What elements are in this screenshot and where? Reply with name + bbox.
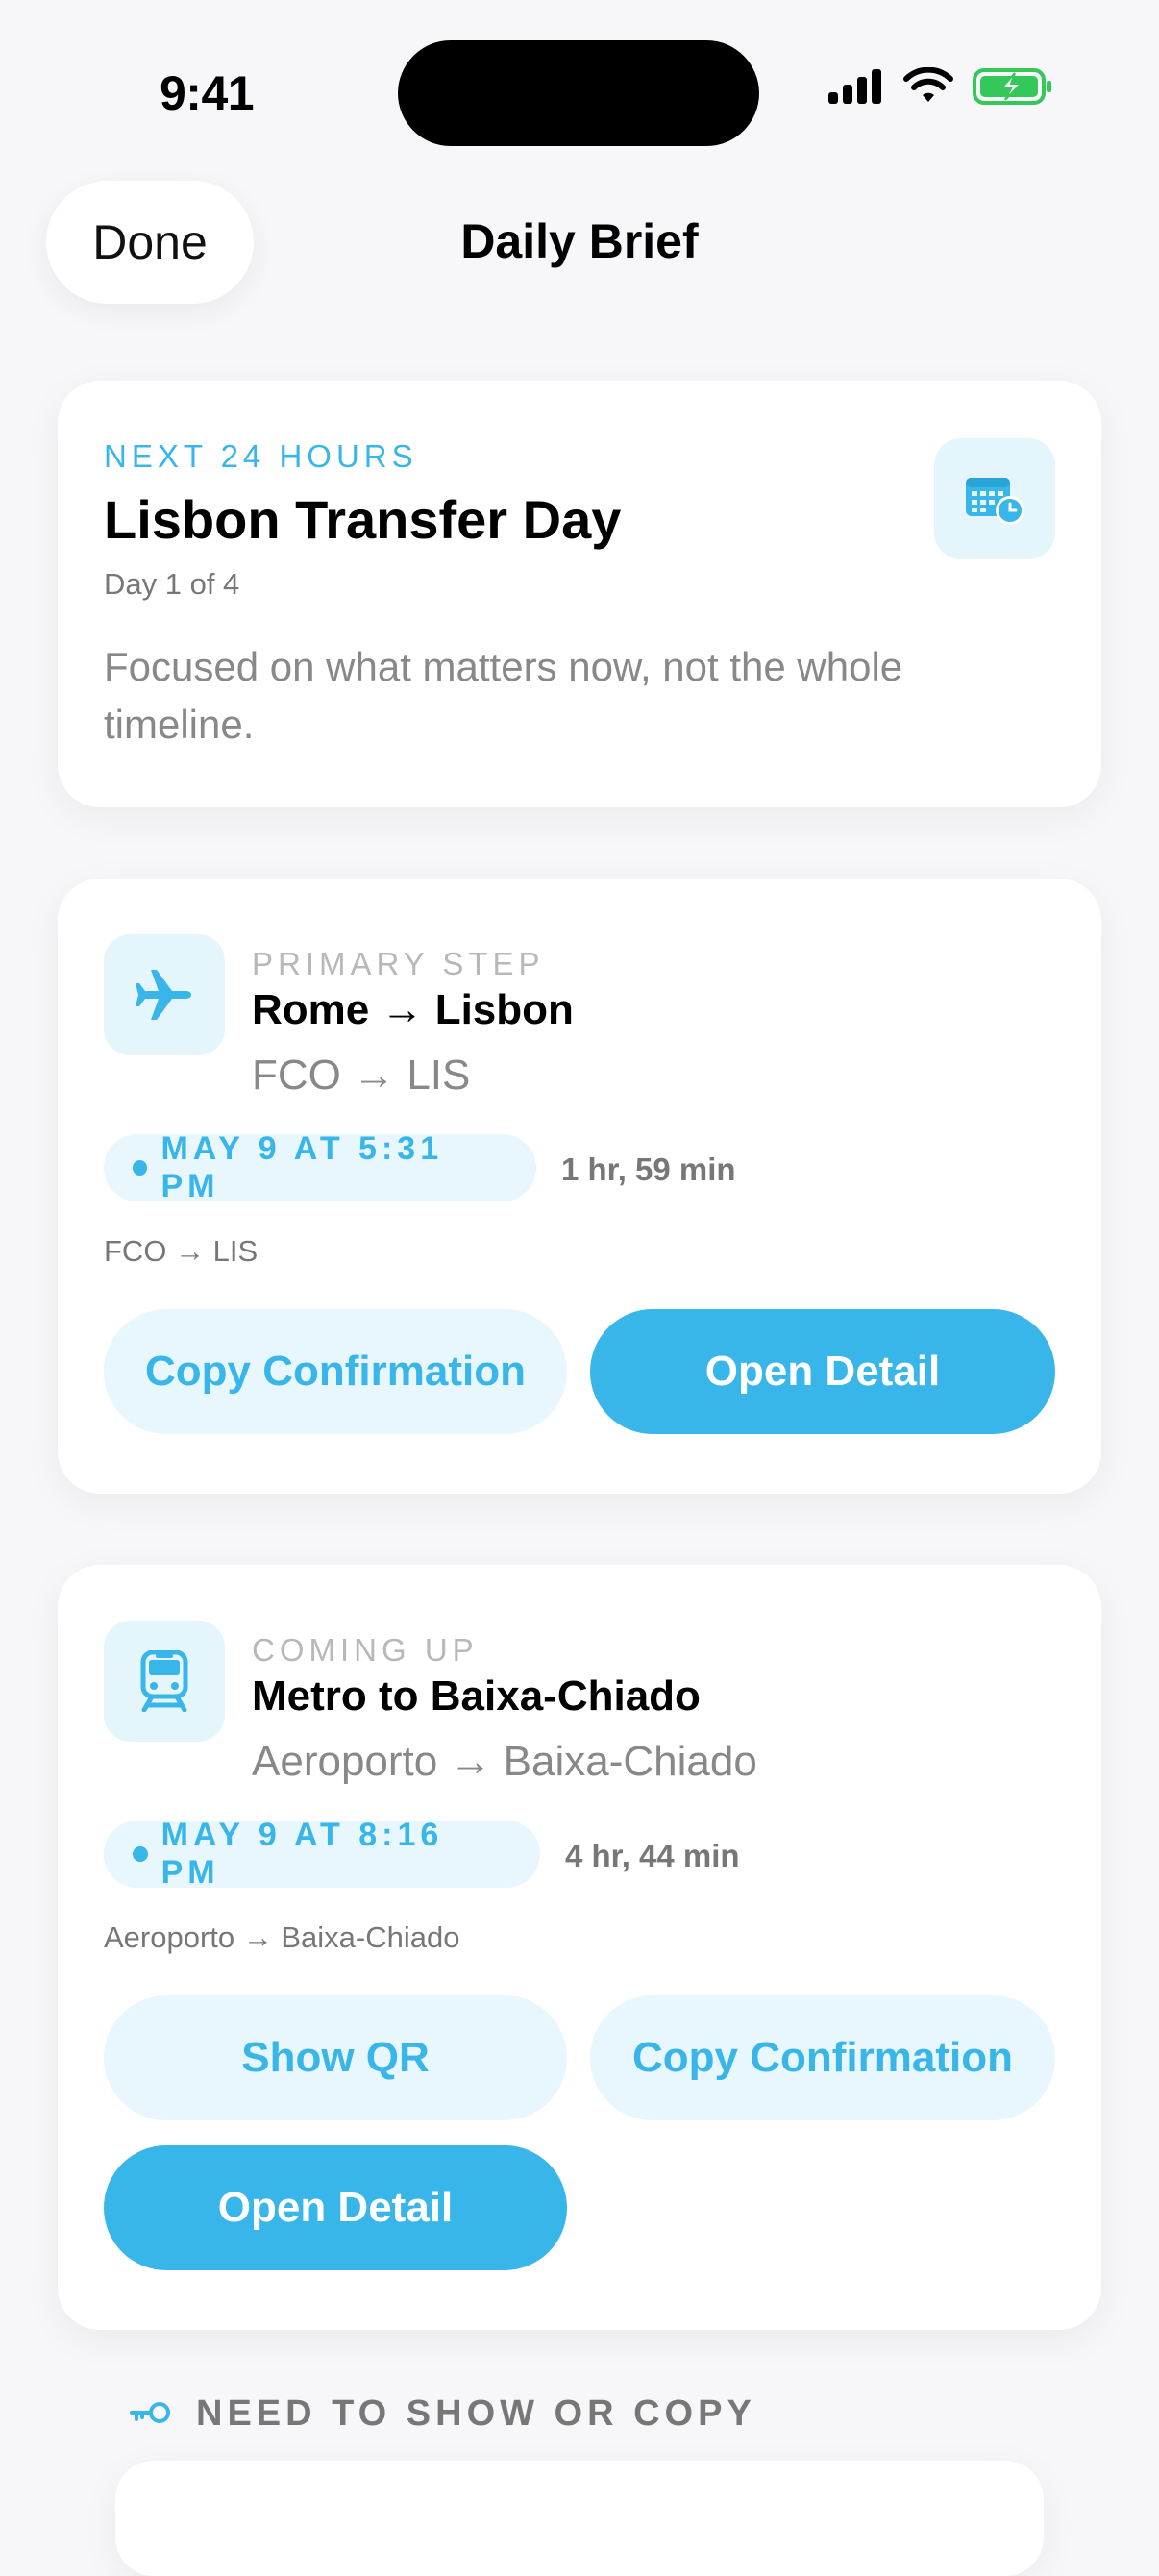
step-eyebrow: PRIMARY STEP xyxy=(252,946,545,981)
step-duration: 4 hr, 44 min xyxy=(565,1838,740,1873)
step-icon-container xyxy=(104,934,225,1055)
open-detail-button[interactable]: Open Detail xyxy=(104,2145,567,2270)
train-icon xyxy=(140,1650,188,1712)
step-title: Rome → Lisbon xyxy=(252,986,574,1033)
hero-subtitle: Day 1 of 4 xyxy=(104,567,240,601)
status-dot xyxy=(133,1160,148,1176)
hero-icon-container xyxy=(934,438,1055,559)
page-title: Daily Brief xyxy=(460,214,699,268)
step-duration: 1 hr, 59 min xyxy=(561,1152,736,1187)
show-qr-button[interactable]: Show QR xyxy=(104,1995,567,2120)
step-eyebrow: COMING UP xyxy=(252,1632,479,1668)
departure-time: MAY 9 AT 8:16 PM xyxy=(160,1817,444,1891)
departure-time-pill: MAY 9 AT 8:16 PM xyxy=(104,1817,540,1891)
step-route: FCO → LIS xyxy=(252,1052,471,1099)
status-time: 9:41 xyxy=(160,66,255,120)
wifi-icon xyxy=(903,67,953,102)
section-heading: NEED TO SHOW OR COPY xyxy=(196,2393,756,2434)
coming-up-card: COMING UP Metro to Baixa-Chiado Aeroport… xyxy=(58,1565,1101,2330)
hero-title: Lisbon Transfer Day xyxy=(104,489,622,550)
battery-charging-icon xyxy=(973,68,1051,105)
step-icon-container xyxy=(104,1621,225,1742)
step-route-detail: Aeroporto → Baixa-Chiado xyxy=(104,1920,460,1954)
key-icon xyxy=(130,2402,170,2423)
primary-step-card: PRIMARY STEP Rome → Lisbon FCO → LIS MAY… xyxy=(58,879,1101,1494)
show-or-copy-card xyxy=(115,2461,1044,2576)
hero-eyebrow: NEXT 24 HOURS xyxy=(104,438,418,474)
status-dot xyxy=(133,1846,148,1862)
next-24-hours-card: NEXT 24 HOURS Lisbon Transfer Day Day 1 … xyxy=(58,381,1101,807)
calendar-clock-icon xyxy=(966,478,1024,525)
open-detail-button[interactable]: Open Detail xyxy=(590,1309,1055,1434)
step-route: Aeroporto → Baixa-Chiado xyxy=(252,1738,757,1785)
copy-confirmation-button[interactable]: Copy Confirmation xyxy=(590,1995,1055,2120)
step-route-detail: FCO → LIS xyxy=(104,1234,259,1268)
departure-time: MAY 9 AT 5:31 PM xyxy=(160,1130,444,1204)
copy-confirmation-button[interactable]: Copy Confirmation xyxy=(104,1309,567,1434)
airplane-icon xyxy=(136,970,191,1020)
departure-time-pill: MAY 9 AT 5:31 PM xyxy=(104,1130,536,1204)
cellular-signal-icon xyxy=(828,69,881,104)
dynamic-island xyxy=(398,40,759,146)
hero-description: Focused on what matters now, not the who… xyxy=(104,644,903,747)
status-icons xyxy=(826,67,1053,106)
step-title: Metro to Baixa-Chiado xyxy=(252,1672,701,1720)
